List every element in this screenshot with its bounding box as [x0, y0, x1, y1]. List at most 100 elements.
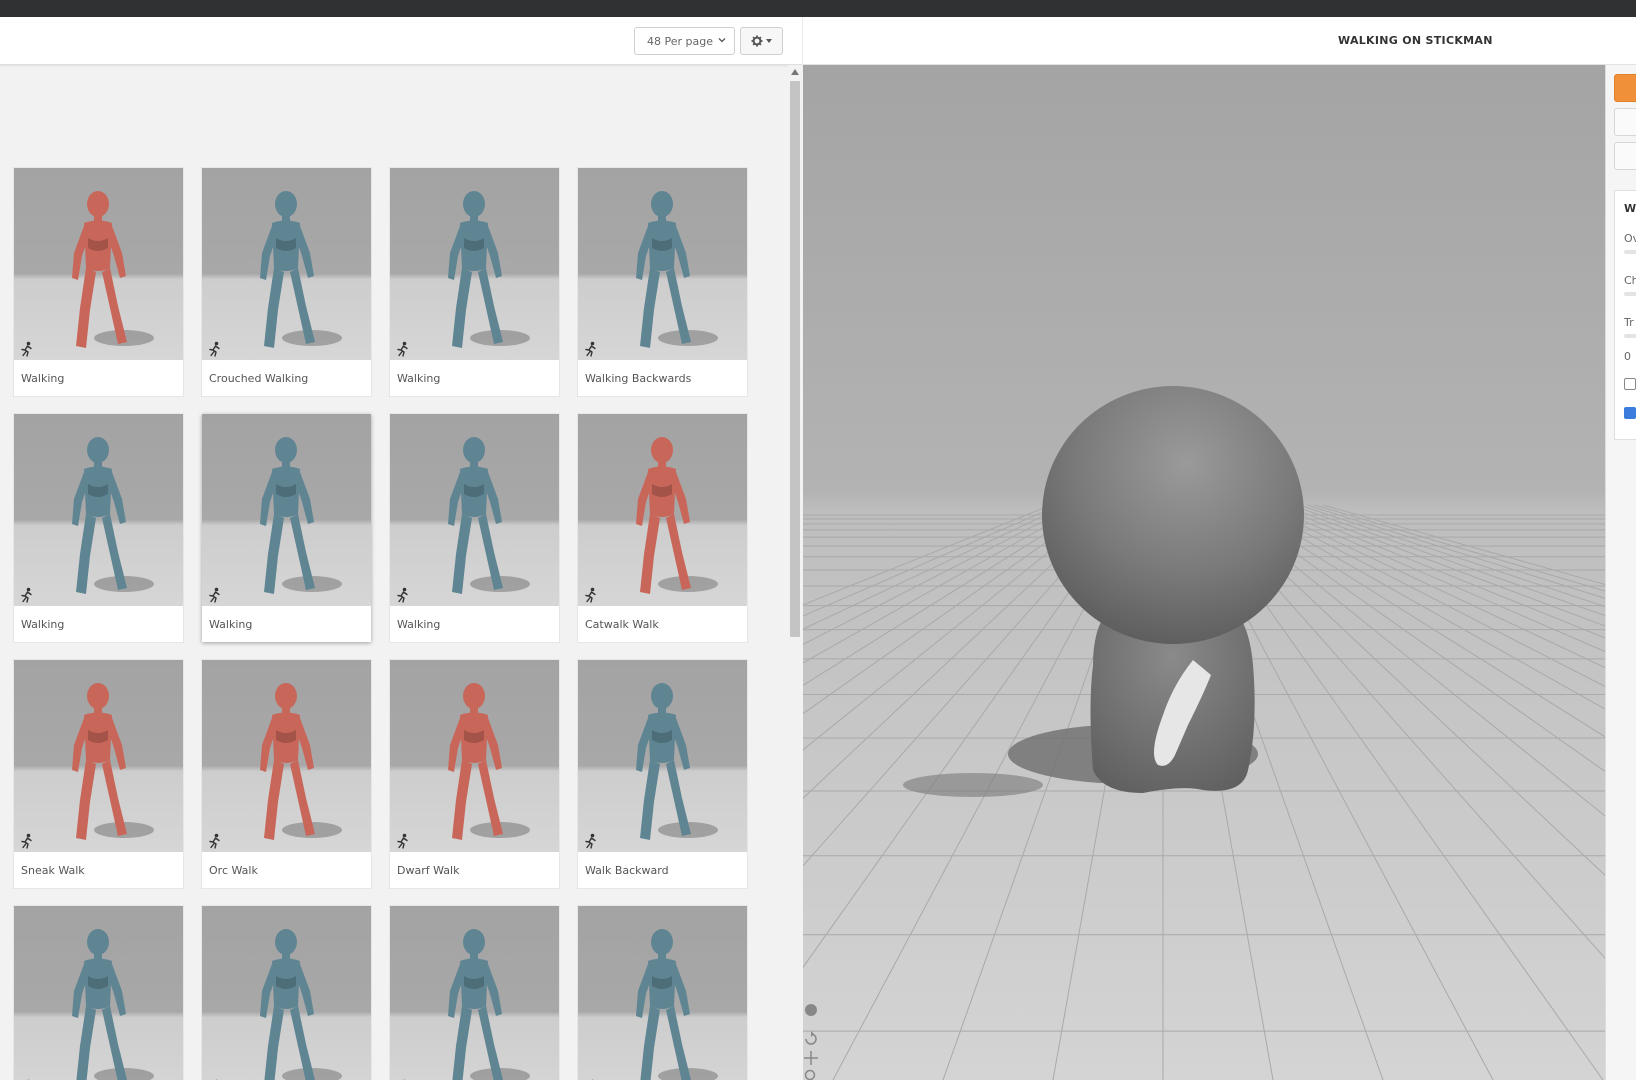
running-man-icon [585, 587, 596, 603]
browser-toolbar: 48 Per page [0, 17, 802, 65]
animation-card[interactable] [578, 906, 747, 1080]
animation-label: Walking [21, 372, 65, 385]
animation-thumbnail[interactable] [14, 660, 183, 852]
scroll-up-arrow-icon[interactable] [791, 69, 799, 75]
running-man-icon [397, 587, 408, 603]
character-arm-space-slider[interactable] [1624, 292, 1636, 296]
trim-slider[interactable] [1624, 334, 1636, 338]
animation-thumbnail[interactable] [578, 168, 747, 360]
animation-browser: 48 Per page Walking Crouched Walking Walki… [0, 17, 802, 1080]
animation-card[interactable]: Sneak Walk [14, 660, 183, 888]
animation-card[interactable] [202, 906, 371, 1080]
animation-thumbnail[interactable] [390, 414, 559, 606]
running-man-icon [209, 833, 220, 849]
animation-thumbnail[interactable] [202, 168, 371, 360]
animation-label: Crouched Walking [209, 372, 309, 385]
in-place-checkbox[interactable] [1624, 407, 1636, 419]
animation-thumbnail[interactable] [578, 660, 747, 852]
animation-label: Walking [21, 618, 65, 631]
animation-label: Walking [397, 618, 441, 631]
caret-down-icon [766, 39, 772, 43]
animation-card[interactable] [14, 906, 183, 1080]
animation-grid: Walking Crouched Walking Walking Walking Ba… [0, 65, 788, 1080]
animation-thumbnail[interactable] [390, 660, 559, 852]
animation-thumbnail[interactable] [390, 906, 559, 1080]
animation-thumbnail[interactable] [14, 906, 183, 1080]
animation-thumbnail[interactable] [14, 414, 183, 606]
figure-preview [636, 191, 718, 348]
figure-preview [72, 437, 154, 594]
figure-preview [72, 929, 154, 1080]
top-bar [0, 0, 1636, 17]
animation-card[interactable]: Walking [14, 414, 183, 642]
running-man-icon [209, 341, 220, 357]
setting-value: 0 [1624, 350, 1631, 363]
figure-preview [448, 191, 530, 348]
figure-preview [260, 191, 342, 348]
running-man-icon [397, 833, 408, 849]
animation-label: Dwarf Walk [397, 864, 460, 877]
figure-preview [636, 929, 718, 1080]
figure-preview [448, 929, 530, 1080]
rotate-icon[interactable] [803, 1031, 819, 1047]
animation-thumbnail[interactable] [202, 414, 371, 606]
mirror-checkbox[interactable] [1624, 378, 1636, 390]
chevron-down-icon [718, 38, 726, 43]
animation-label: Walking [397, 372, 441, 385]
zoom-icon[interactable] [803, 1068, 819, 1080]
camera-icon[interactable] [803, 1002, 819, 1018]
animation-card[interactable]: Walking [390, 168, 559, 396]
animation-thumbnail[interactable] [202, 660, 371, 852]
animation-card[interactable]: Walking [14, 168, 183, 396]
animation-label: Orc Walk [209, 864, 258, 877]
running-man-icon [209, 587, 220, 603]
animation-card[interactable]: Dwarf Walk [390, 660, 559, 888]
viewer-title: WALKING ON STICKMAN [1338, 34, 1493, 47]
figure-preview [260, 929, 342, 1080]
animation-card[interactable]: Walking [202, 414, 371, 642]
animation-card[interactable]: Catwalk Walk [578, 414, 747, 642]
animation-label: Sneak Walk [21, 864, 85, 877]
animation-label: Catwalk Walk [585, 618, 659, 631]
settings-dropdown-button[interactable] [740, 27, 783, 55]
animation-label: Walk Backward [585, 864, 669, 877]
sidebar-button-2[interactable] [1614, 108, 1636, 136]
animation-card[interactable]: Orc Walk [202, 660, 371, 888]
running-man-icon [21, 833, 32, 849]
figure-preview [448, 437, 530, 594]
animation-thumbnail[interactable] [578, 906, 747, 1080]
running-man-icon [585, 833, 596, 849]
overdrive-slider[interactable] [1624, 250, 1636, 254]
figure-preview [260, 437, 342, 594]
viewer-sidebar: W Ov Ch Tr 0 [1605, 65, 1636, 1080]
animation-thumbnail[interactable] [202, 906, 371, 1080]
animation-card[interactable]: Walking Backwards [578, 168, 747, 396]
running-man-icon [21, 341, 32, 357]
running-man-icon [397, 341, 408, 357]
scene-render [803, 65, 1605, 1080]
running-man-icon [585, 341, 596, 357]
figure-preview [636, 683, 718, 840]
figure-preview [72, 683, 154, 840]
running-man-icon [21, 587, 32, 603]
sidebar-button-3[interactable] [1614, 142, 1636, 170]
figure-preview [260, 683, 342, 840]
animation-thumbnail[interactable] [390, 168, 559, 360]
animation-thumbnail[interactable] [578, 414, 747, 606]
animation-card[interactable]: Walking [390, 414, 559, 642]
animation-card[interactable]: Crouched Walking [202, 168, 371, 396]
animation-card[interactable] [390, 906, 559, 1080]
per-page-select[interactable]: 48 Per page [634, 27, 735, 55]
figure-preview [636, 437, 718, 594]
figure-preview [448, 683, 530, 840]
viewer-header: WALKING ON STICKMAN [803, 17, 1636, 65]
setting-label-character-arm-space: Ch [1624, 274, 1636, 287]
scroll-thumb[interactable] [790, 81, 800, 637]
3d-viewport[interactable] [803, 65, 1605, 1080]
download-button[interactable] [1614, 74, 1636, 102]
grid-scrollbar[interactable] [788, 65, 802, 1080]
animation-thumbnail[interactable] [14, 168, 183, 360]
setting-label-overdrive: Ov [1624, 232, 1636, 245]
animation-card[interactable]: Walk Backward [578, 660, 747, 888]
pan-icon[interactable] [803, 1050, 819, 1066]
